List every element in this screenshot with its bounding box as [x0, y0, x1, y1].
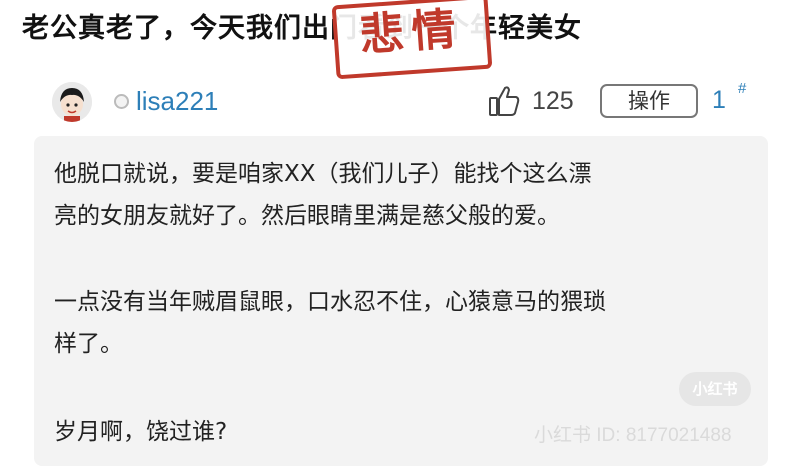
avatar[interactable]: [52, 82, 92, 122]
username-link[interactable]: lisa221: [136, 86, 218, 117]
like-count: 125: [532, 87, 574, 115]
floor-number[interactable]: 1: [712, 86, 726, 115]
watermark-id: 小红书 ID: 8177021488: [534, 425, 732, 446]
reply-content: 他脱口就说，要是咱家XX（我们儿子）能找个这么漂 亮的女朋友就好了。然后眼睛里满…: [34, 136, 768, 466]
emotion-stamp: 悲情: [331, 0, 493, 80]
content-line: 亮的女朋友就好了。然后眼睛里满是慈父般的爱。: [54, 203, 560, 229]
content-line: 样了。: [54, 331, 123, 357]
reply-header: lisa221 125 操作 1 #: [0, 74, 800, 130]
watermark-logo: 小红书: [679, 372, 751, 406]
content-line: 他脱口就说，要是咱家XX（我们儿子）能找个这么漂: [54, 161, 592, 187]
action-button[interactable]: 操作: [600, 84, 698, 118]
offline-status-icon: [114, 94, 129, 109]
content-line: 岁月啊，饶过谁?: [54, 419, 228, 445]
cartoon-face-avatar-icon: [52, 82, 92, 122]
thumbs-up-icon[interactable]: [488, 84, 520, 118]
post-title: 老公真老了，今天我们出门看到一个年轻美女: [22, 13, 582, 44]
content-line: 一点没有当年贼眉鼠眼，口水忍不住，心猿意马的猥琐: [54, 289, 606, 315]
floor-hash: #: [738, 80, 747, 97]
